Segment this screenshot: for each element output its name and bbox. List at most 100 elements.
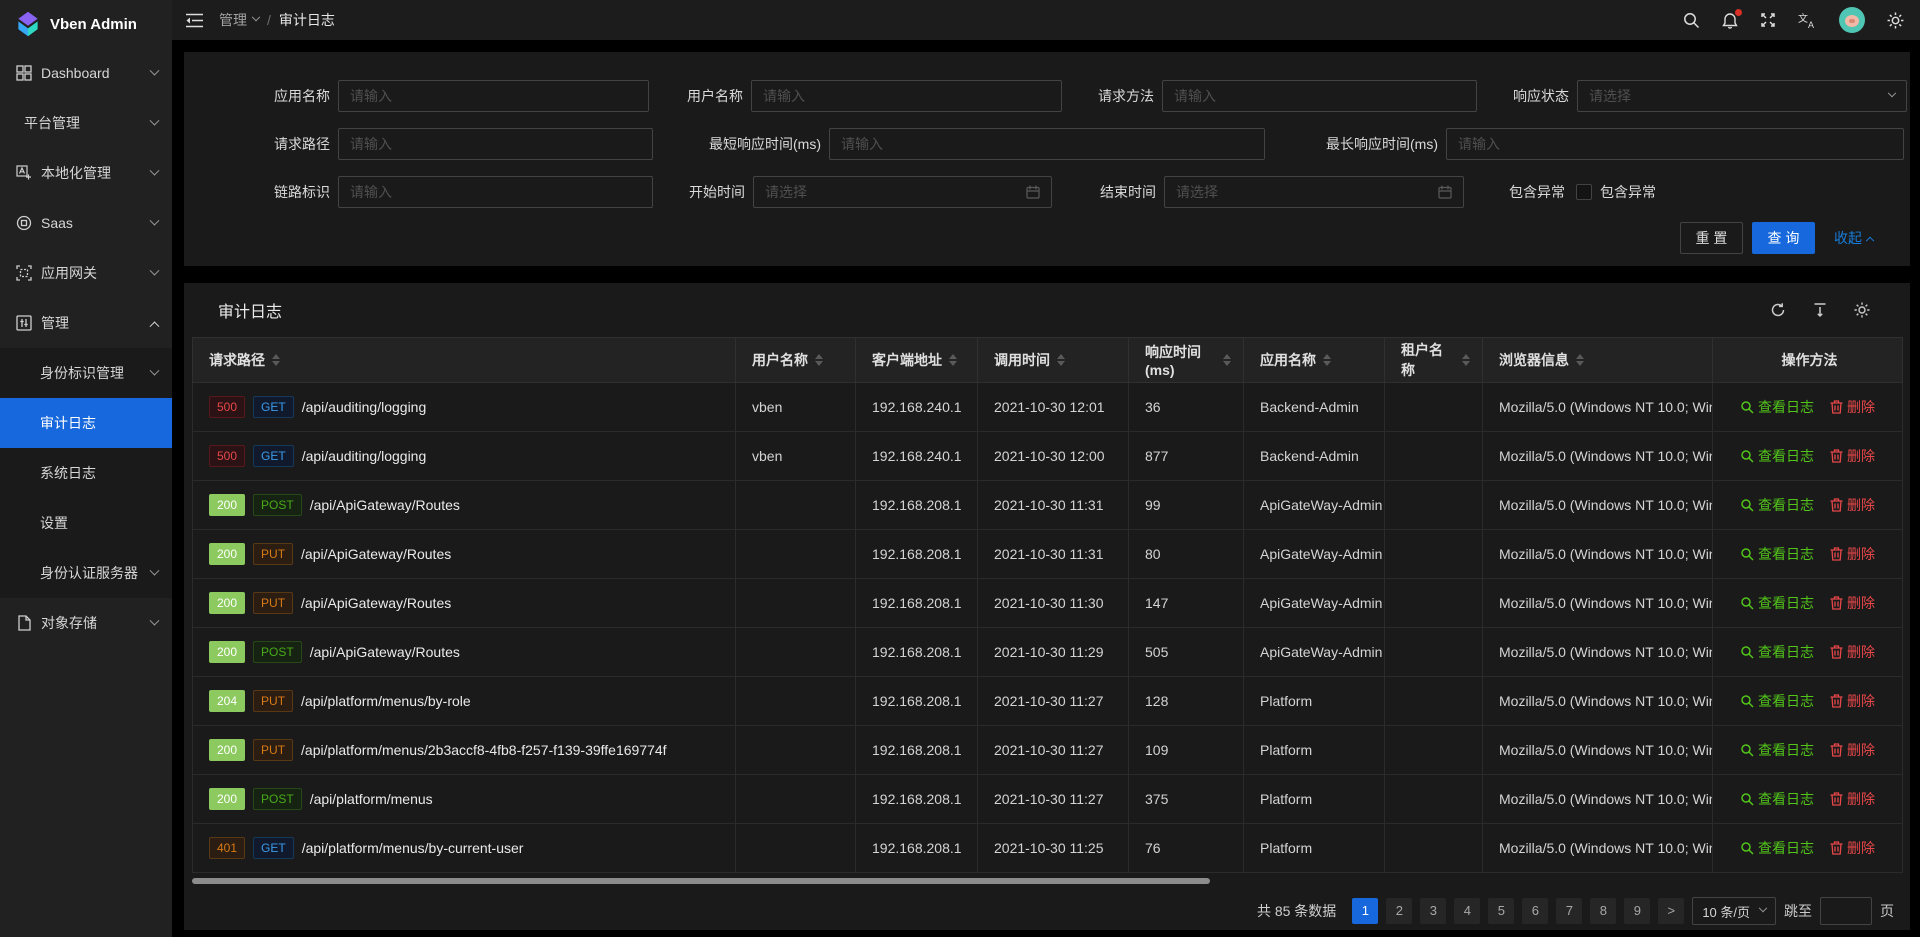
audit-log-panel: 审计日志 请求路径用户名称客户 [184,283,1910,930]
min-response-time-input[interactable] [829,128,1265,160]
notification-bell-icon[interactable] [1722,12,1738,29]
scrollbar-thumb[interactable] [192,878,1210,884]
menu-fold-icon[interactable] [186,13,203,28]
method-badge: GET [253,837,294,859]
column-header-7[interactable]: 租户名称 [1385,338,1483,383]
sidebar-item-settings[interactable]: 设置 [0,498,172,548]
field-label-start-time: 开始时间 [651,182,745,202]
table-settings-gear-icon[interactable] [1854,302,1870,318]
sidebar-item-platform[interactable]: 平台管理 [0,98,172,148]
translate-icon[interactable]: 文A [1798,12,1817,29]
table-header-row: 请求路径用户名称客户端地址调用时间响应时间(ms)应用名称租户名称浏览器信息操作… [193,338,1903,383]
request-method-input[interactable] [1162,80,1477,112]
sidebar-item-saas[interactable]: Saas [0,198,172,248]
delete-button[interactable]: 删除 [1830,789,1875,809]
method-badge: PUT [253,739,293,761]
column-header-1[interactable]: 请求路径 [193,338,736,383]
delete-button[interactable]: 删除 [1830,397,1875,417]
request-path-input[interactable] [338,128,653,160]
user-avatar[interactable] [1839,7,1865,33]
sidebar-item-identity-server[interactable]: 身份认证服务器 [0,548,172,598]
table-row: 401GET/api/platform/menus/by-current-use… [193,824,1903,873]
pagination-page-8[interactable]: 8 [1590,898,1616,924]
trace-id-input[interactable] [338,176,653,208]
response-status-select[interactable]: 请选择 [1577,80,1907,112]
pagination-page-4[interactable]: 4 [1454,898,1480,924]
column-header-8[interactable]: 浏览器信息 [1483,338,1713,383]
column-header-3[interactable]: 客户端地址 [856,338,978,383]
pagination-page-5[interactable]: 5 [1488,898,1514,924]
view-log-button[interactable]: 查看日志 [1740,495,1814,515]
pagination-pages: 123456789 [1352,898,1650,924]
cell-call-time: 2021-10-30 11:27 [978,726,1129,775]
search-icon[interactable] [1683,12,1700,29]
cell-app-name: Backend-Admin [1244,383,1385,432]
pagination-next-button[interactable]: > [1658,898,1684,924]
chevron-down-icon [150,565,160,575]
column-header-2[interactable]: 用户名称 [736,338,856,383]
reset-button[interactable]: 重 置 [1680,222,1743,254]
sidebar: Vben Admin Dashboard 平台管理 本地化管理 [0,0,172,937]
pagination-page-1[interactable]: 1 [1352,898,1378,924]
localization-icon [16,165,32,181]
gear-icon[interactable] [1887,12,1904,29]
breadcrumb-section[interactable]: 管理 [219,10,259,30]
query-button[interactable]: 查 询 [1752,222,1815,254]
sidebar-item-identity-management[interactable]: 身份标识管理 [0,348,172,398]
page-jump-input[interactable] [1820,897,1872,925]
view-log-button[interactable]: 查看日志 [1740,446,1814,466]
pagination-page-3[interactable]: 3 [1420,898,1446,924]
fullscreen-icon[interactable] [1760,12,1776,28]
view-log-button[interactable]: 查看日志 [1740,838,1814,858]
view-log-button[interactable]: 查看日志 [1740,691,1814,711]
page-size-select[interactable]: 10 条/页 [1692,897,1776,925]
delete-button[interactable]: 删除 [1830,838,1875,858]
column-header-5[interactable]: 响应时间(ms) [1129,338,1244,383]
app-name-input[interactable] [338,80,649,112]
view-log-button[interactable]: 查看日志 [1740,642,1814,662]
sidebar-item-label: Saas [41,215,73,231]
view-log-button[interactable]: 查看日志 [1740,593,1814,613]
start-time-datepicker[interactable]: 请选择 [753,176,1052,208]
sort-icon [1057,354,1065,366]
include-exception-checkbox[interactable] [1576,184,1592,200]
delete-button[interactable]: 删除 [1830,495,1875,515]
request-path: /api/auditing/logging [302,448,427,464]
delete-button[interactable]: 删除 [1830,691,1875,711]
max-response-time-input[interactable] [1446,128,1904,160]
column-header-6[interactable]: 应用名称 [1244,338,1385,383]
pagination-page-2[interactable]: 2 [1386,898,1412,924]
delete-button[interactable]: 删除 [1830,593,1875,613]
sidebar-item-manage[interactable]: 管理 [0,298,172,348]
sidebar-item-audit-log[interactable]: 审计日志 [0,398,172,448]
app-root: Vben Admin Dashboard 平台管理 本地化管理 [0,0,1920,937]
sidebar-item-localization[interactable]: 本地化管理 [0,148,172,198]
app-logo[interactable]: Vben Admin [0,0,172,48]
view-log-button[interactable]: 查看日志 [1740,789,1814,809]
sidebar-item-label: 身份认证服务器 [40,563,138,583]
pagination-page-7[interactable]: 7 [1556,898,1582,924]
sidebar-item-dashboard[interactable]: Dashboard [0,48,172,98]
sidebar-item-gateway[interactable]: 应用网关 [0,248,172,298]
view-log-button[interactable]: 查看日志 [1740,740,1814,760]
user-name-input[interactable] [751,80,1062,112]
delete-button[interactable]: 删除 [1830,740,1875,760]
request-path: /api/ApiGateway/Routes [310,644,460,660]
delete-button[interactable]: 删除 [1830,446,1875,466]
pagination-page-9[interactable]: 9 [1624,898,1650,924]
collapse-link[interactable]: 收起 [1834,228,1873,248]
refresh-icon[interactable] [1770,302,1786,318]
sidebar-item-object-storage[interactable]: 对象存储 [0,598,172,648]
column-header-4[interactable]: 调用时间 [978,338,1129,383]
cell-app-name: Platform [1244,775,1385,824]
view-log-button[interactable]: 查看日志 [1740,544,1814,564]
delete-button[interactable]: 删除 [1830,642,1875,662]
delete-button[interactable]: 删除 [1830,544,1875,564]
sidebar-item-label: 对象存储 [41,613,97,633]
cell-response-ms: 505 [1129,628,1244,677]
pagination-page-6[interactable]: 6 [1522,898,1548,924]
column-height-icon[interactable] [1812,302,1828,318]
end-time-datepicker[interactable]: 请选择 [1164,176,1464,208]
view-log-button[interactable]: 查看日志 [1740,397,1814,417]
sidebar-item-system-log[interactable]: 系统日志 [0,448,172,498]
